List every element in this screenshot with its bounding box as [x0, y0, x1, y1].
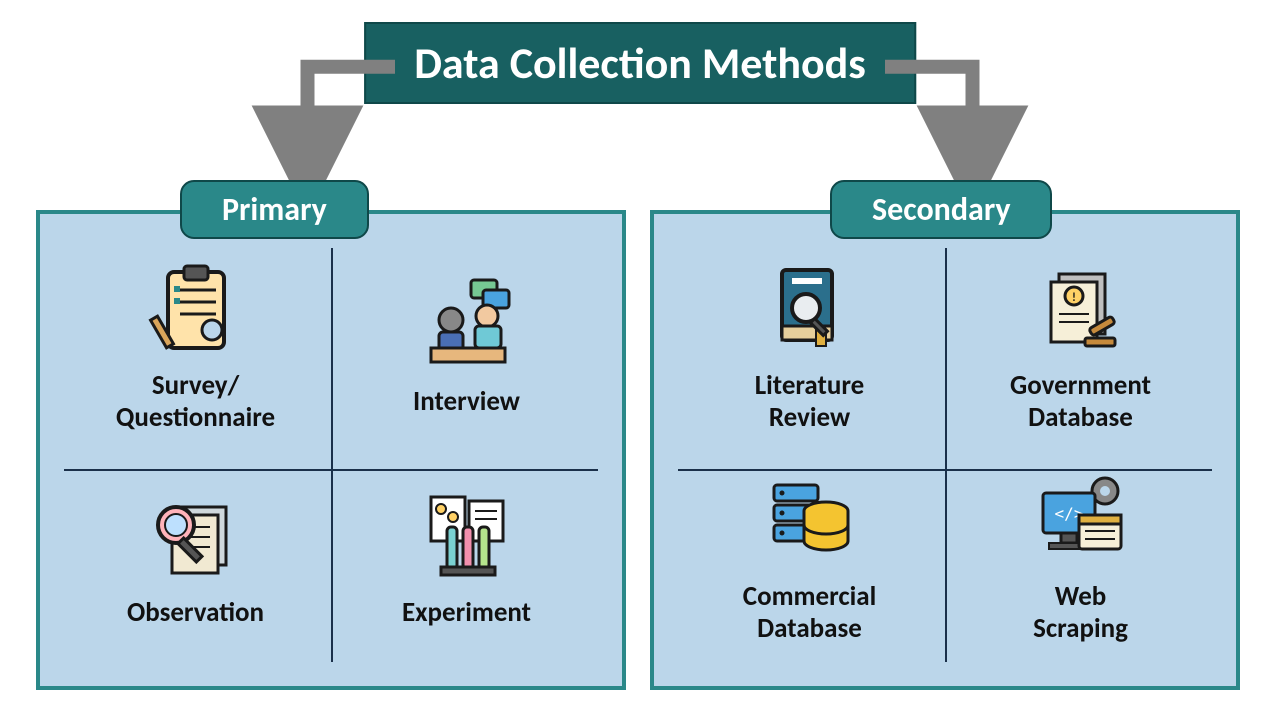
title-box: Data Collection Methods	[364, 22, 916, 104]
secondary-grid: Literature Review ! Government Database	[674, 244, 1216, 666]
document-gavel-icon: !	[1026, 260, 1136, 360]
magnifier-icon	[141, 487, 251, 587]
primary-panel: Survey/ Questionnaire Interview	[36, 210, 626, 690]
experiment-icon	[412, 487, 522, 587]
server-database-icon	[755, 471, 865, 571]
cell-observation: Observation	[60, 455, 331, 666]
primary-label: Primary	[222, 190, 327, 229]
primary-grid: Survey/ Questionnaire Interview	[60, 244, 602, 666]
svg-text:!: !	[1072, 291, 1076, 305]
cell-govdb: ! Government Database	[945, 244, 1216, 455]
cell-label: Literature Review	[755, 370, 865, 432]
cell-label: Commercial Database	[743, 581, 876, 643]
cell-commdb: Commercial Database	[674, 455, 945, 666]
cell-label: Interview	[413, 386, 520, 417]
cell-webscraping: </> Web Scraping	[945, 455, 1216, 666]
cell-experiment: Experiment	[331, 455, 602, 666]
cell-survey: Survey/ Questionnaire	[60, 244, 331, 455]
cell-literature: Literature Review	[674, 244, 945, 455]
primary-pill: Primary	[180, 180, 369, 239]
cell-label: Government Database	[1010, 370, 1151, 432]
secondary-label: Secondary	[872, 190, 1010, 229]
cell-interview: Interview	[331, 244, 602, 455]
cell-label: Web Scraping	[1033, 581, 1128, 643]
book-icon	[755, 260, 865, 360]
cell-label: Experiment	[402, 597, 531, 628]
web-scraping-icon: </>	[1026, 471, 1136, 571]
title-text: Data Collection Methods	[414, 36, 866, 90]
clipboard-icon	[141, 260, 251, 360]
interview-icon	[412, 276, 522, 376]
secondary-panel: Literature Review ! Government Database	[650, 210, 1240, 690]
cell-label: Survey/ Questionnaire	[116, 370, 275, 432]
cell-label: Observation	[127, 597, 264, 628]
secondary-pill: Secondary	[830, 180, 1052, 239]
